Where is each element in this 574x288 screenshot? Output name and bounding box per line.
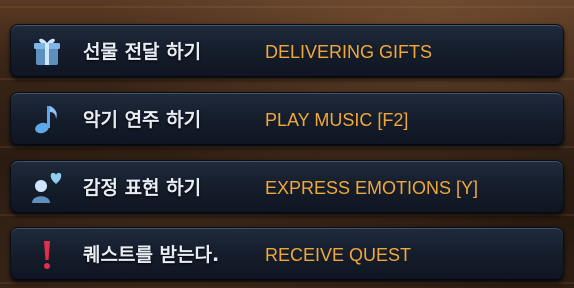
wood-grain: [0, 6, 574, 8]
menu-item-label-korean: 악기 연주 하기: [83, 109, 202, 131]
menu-item-label-korean: 선물 전달 하기: [83, 41, 202, 63]
menu-item-translation: DELIVERING GIFTS: [265, 42, 433, 62]
menu-item-translation: RECEIVE QUEST: [265, 245, 412, 265]
game-background: 선물 전달 하기 DELIVERING GIFTS 악기 연주 하기 PLAY …: [0, 0, 574, 288]
menu-item-label-korean: 퀘스트를 받는다.: [83, 244, 220, 266]
menu-item-translation: EXPRESS EMOTIONS [Y]: [265, 178, 479, 198]
menu-item-deliver-gifts[interactable]: 선물 전달 하기 DELIVERING GIFTS: [10, 24, 564, 78]
menu-item-translation: PLAY MUSIC [F2]: [265, 110, 409, 130]
menu-item-express-emotions[interactable]: 감정 표현 하기 EXPRESS EMOTIONS [Y]: [10, 160, 564, 214]
wood-grain: [0, 282, 574, 284]
menu-item-play-music[interactable]: 악기 연주 하기 PLAY MUSIC [F2]: [10, 92, 564, 146]
exclamation-icon: [29, 236, 65, 272]
gift-icon: [29, 33, 65, 69]
emotion-heart-person-icon: [29, 169, 65, 205]
menu-item-receive-quest[interactable]: 퀘스트를 받는다. RECEIVE QUEST: [10, 227, 564, 281]
music-note-icon: [29, 101, 65, 137]
menu-item-label-korean: 감정 표현 하기: [83, 177, 202, 199]
